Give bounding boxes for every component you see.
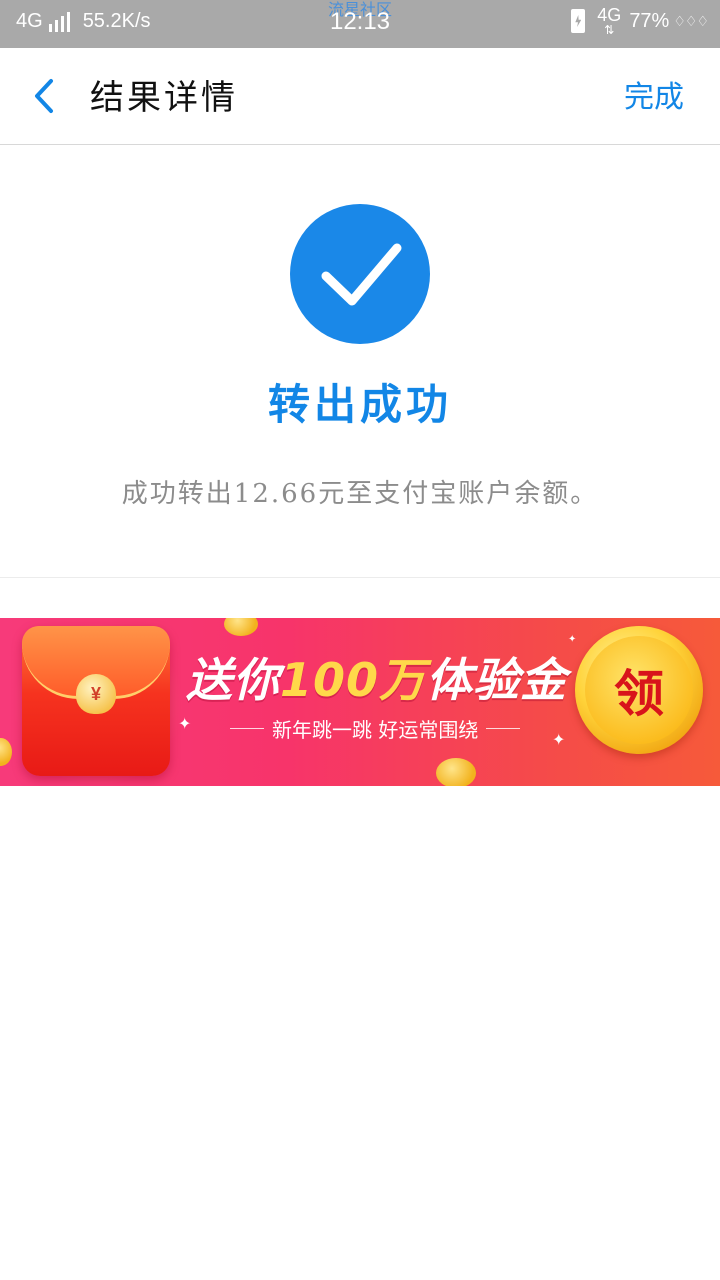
banner-subtitle: 新年跳一跳 好运常围绕 xyxy=(222,714,528,743)
result-description: 成功转出12.66元至支付宝账户余额。 xyxy=(121,479,599,509)
back-button[interactable] xyxy=(22,74,66,118)
notification-icons: ♢♢♢ xyxy=(673,12,709,29)
sparkle-icon: ✦ xyxy=(178,714,192,733)
divider-line xyxy=(486,728,521,729)
claim-label: 领 xyxy=(585,636,693,744)
divider-line xyxy=(230,728,264,729)
chevron-left-icon xyxy=(35,79,53,113)
red-envelope-icon: ¥ xyxy=(22,626,170,776)
nav-bar: 结果详情 完成 xyxy=(0,48,720,145)
banner-title-prefix: 送你 xyxy=(186,653,280,707)
done-button[interactable]: 完成 xyxy=(624,72,684,116)
coin-decoration xyxy=(436,758,476,786)
status-bar: 流星社区 4G 55.2K/s 12:13 4G ⇅ 77% ♢♢♢ xyxy=(0,0,720,48)
banner-title: 送你100万体验金 xyxy=(186,644,567,710)
network-type-right-label: 4G xyxy=(597,5,622,25)
banner-title-highlight: 100万 xyxy=(280,653,427,707)
status-right: 4G ⇅ 77% ♢♢♢ xyxy=(571,6,709,36)
network-type-right: 4G ⇅ xyxy=(597,6,621,36)
checkmark-icon xyxy=(321,243,402,306)
money-bag-icon: ¥ xyxy=(76,674,116,714)
banner-subtitle-text: 新年跳一跳 好运常围绕 xyxy=(272,718,479,742)
battery-charging-icon xyxy=(571,9,586,33)
coin-decoration xyxy=(224,618,258,636)
sparkle-icon: ✦ xyxy=(568,634,577,645)
sparkle-icon: ✦ xyxy=(552,730,566,749)
result-section: 转出成功 成功转出12.66元至支付宝账户余额。 xyxy=(0,145,720,578)
banner-title-suffix: 体验金 xyxy=(426,653,568,707)
battery-percent: 77% xyxy=(629,9,670,32)
claim-button[interactable]: 领 xyxy=(575,626,703,754)
check-circle-icon xyxy=(290,204,430,344)
data-arrows-icon: ⇅ xyxy=(604,23,615,37)
page-title: 结果详情 xyxy=(90,78,238,118)
promo-banner[interactable]: ¥ 送你100万体验金 ✦ ✦ ✦ 新年跳一跳 好运常围绕 领 xyxy=(0,618,720,786)
coin-decoration xyxy=(0,738,12,766)
result-title: 转出成功 xyxy=(267,380,452,429)
